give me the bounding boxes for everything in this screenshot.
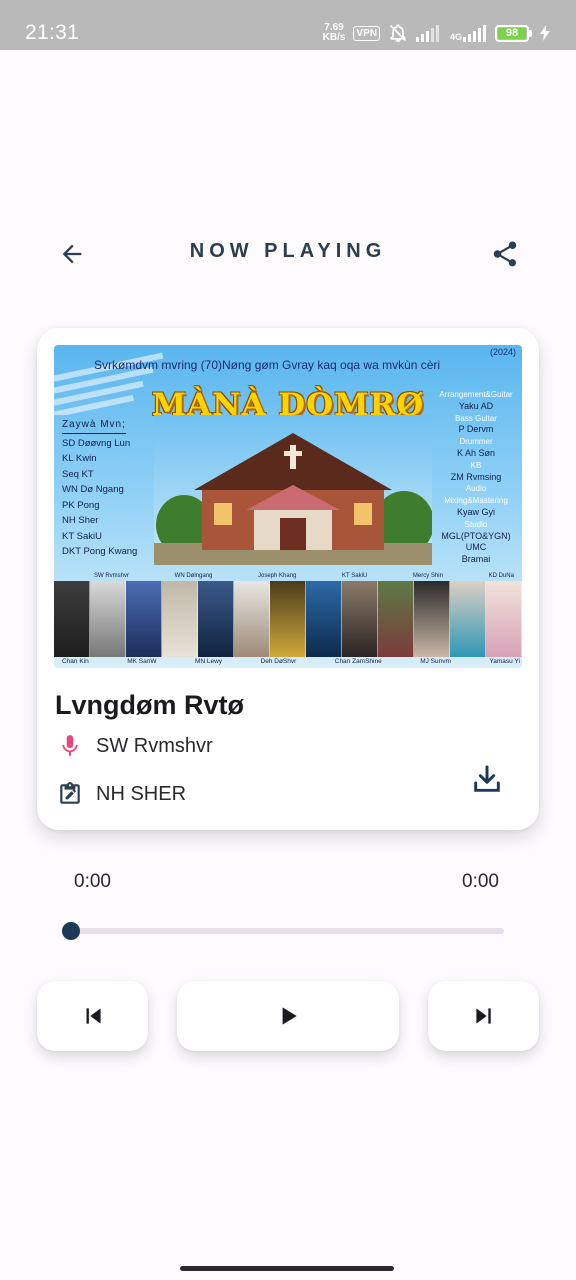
cover-singer-name: Mercy Shin <box>412 573 443 579</box>
network-type: 4G <box>449 32 462 42</box>
bell-off-icon <box>389 24 407 43</box>
album-cover: (2024) Svrkømdvm mvring (70)Nøng gøm Gvr… <box>54 345 522 668</box>
cover-left-name: SD Døøvng Lun <box>62 437 131 449</box>
share-button[interactable] <box>484 233 526 275</box>
cover-singer-name: KD DuNa <box>488 573 514 579</box>
singer-name: SW Rvmshvr <box>96 734 213 757</box>
cover-right-line: Studio <box>464 519 488 529</box>
cover-bottom-names: Chan Kin MK SanW MN Lewy Deh DøShvr Chan Zam… <box>62 658 520 665</box>
cover-right-line: ZM Rvmsing <box>450 471 502 482</box>
cover-left-name: DKT Pong Kwang <box>62 546 138 557</box>
cover-left-name: PK Pong <box>62 499 100 511</box>
edit-note-icon <box>55 779 85 809</box>
signal-4g-icon <box>463 25 486 42</box>
battery: 98 <box>495 24 532 42</box>
composer-name: NH SHER <box>96 782 187 805</box>
cover-singer-name: WN Dølngang <box>174 573 213 579</box>
play-icon <box>282 1007 297 1025</box>
cover-right-line: Drummer <box>459 437 493 447</box>
signal-4g: 4G <box>450 24 487 42</box>
cover-singer-name: KT SakiU <box>342 573 368 579</box>
cover-right-line: Kyaw Gyi <box>456 506 495 517</box>
cover-credits-right: Arrangement&Guitar Yaku AD Bass Guitar P De… <box>434 389 518 566</box>
cover-right-line: MGL(PTO&YGN) <box>441 530 511 541</box>
vpn-badge: VPN <box>353 25 380 41</box>
current-time: 0:00 <box>74 871 111 892</box>
composer-row: NH SHER <box>55 779 186 809</box>
cover-right-line: UMC <box>465 542 487 553</box>
cover-right-line: Bramai <box>461 554 491 565</box>
cover-right-line: Arrangement&Guitar <box>439 390 513 399</box>
total-time: 0:00 <box>462 871 499 892</box>
cover-right-line: KB <box>470 460 482 470</box>
skip-next-icon <box>475 1008 491 1024</box>
cover-singer-name: Joseph Khang <box>258 573 297 579</box>
church-illustration <box>154 415 432 565</box>
status-time: 21:31 <box>25 21 80 44</box>
skip-previous-icon <box>86 1008 101 1024</box>
cover-year: (2024) <box>489 347 516 357</box>
cover-left-name: WN Dø Ngang <box>62 484 124 495</box>
cover-singer-name: MN Lewy <box>194 658 223 665</box>
cover-singer-name: Yamasu Yi <box>489 658 520 665</box>
now-playing-card: (2024) Svrkømdvm mvring (70)Nøng gøm Gvr… <box>37 328 539 830</box>
battery-level: 98 <box>498 27 526 39</box>
cover-credits-left: Zaywà Mvn; SD Døøvng Lun KL Kwin Seq KT WN … <box>62 417 137 560</box>
cover-singer-name: Deh DøShvr <box>260 658 297 665</box>
home-indicator[interactable] <box>180 1266 394 1271</box>
share-icon <box>493 241 517 267</box>
play-button[interactable] <box>177 981 399 1051</box>
cover-left-heading: Zaywà Mvn; <box>62 417 126 434</box>
seek-bar-thumb[interactable] <box>62 922 80 940</box>
cover-top-names: SW Rvmshvr WN Dølngang Joseph Khang KT Saki… <box>94 573 514 579</box>
charging-icon <box>540 25 550 41</box>
cover-left-name: Seq KT <box>62 468 94 480</box>
status-bar: 21:31 7.69 KB/s VPN 4G 98 <box>0 0 576 50</box>
singer-photos <box>54 581 522 657</box>
cover-left-name: KL Kwin <box>62 453 97 464</box>
cover-left-name: KT SakiU <box>62 530 102 542</box>
song-title: Lvngdøm Rvtø <box>55 690 244 720</box>
cover-header-text: Svrkømdvm mvring (70)Nøng gøm Gvray kaq … <box>94 358 441 372</box>
cover-singer-name: SW Rvmshvr <box>94 573 129 579</box>
cover-right-line: Yaku AD <box>458 400 494 411</box>
cover-singer-name: Chan ZamShine <box>334 658 382 665</box>
net-speed: 7.69 KB/s <box>323 23 346 43</box>
net-speed-unit: KB/s <box>322 32 346 43</box>
cover-singer-name: MJ Sunvm <box>420 658 451 665</box>
cover-right-line: P Dervm <box>458 424 494 435</box>
previous-button[interactable] <box>37 981 148 1051</box>
download-icon <box>474 765 500 792</box>
next-button[interactable] <box>428 981 539 1051</box>
cover-singer-name: Chan Kin <box>62 658 89 665</box>
seek-bar[interactable] <box>70 928 504 934</box>
cover-left-name: NH Sher <box>62 515 99 526</box>
signal-icon <box>415 25 439 42</box>
microphone-icon <box>55 731 85 761</box>
status-icons: 7.69 KB/s VPN 4G 98 <box>323 20 550 46</box>
singer-row: SW Rvmshvr <box>55 731 213 761</box>
cover-singer-name: MK SanW <box>127 658 157 665</box>
cover-right-line: K Ah Søn <box>456 447 496 458</box>
cover-right-line: Bass Guitar <box>455 413 497 423</box>
download-button[interactable] <box>465 757 509 801</box>
cover-right-line: Audio Mixing&Mastering <box>444 484 508 506</box>
